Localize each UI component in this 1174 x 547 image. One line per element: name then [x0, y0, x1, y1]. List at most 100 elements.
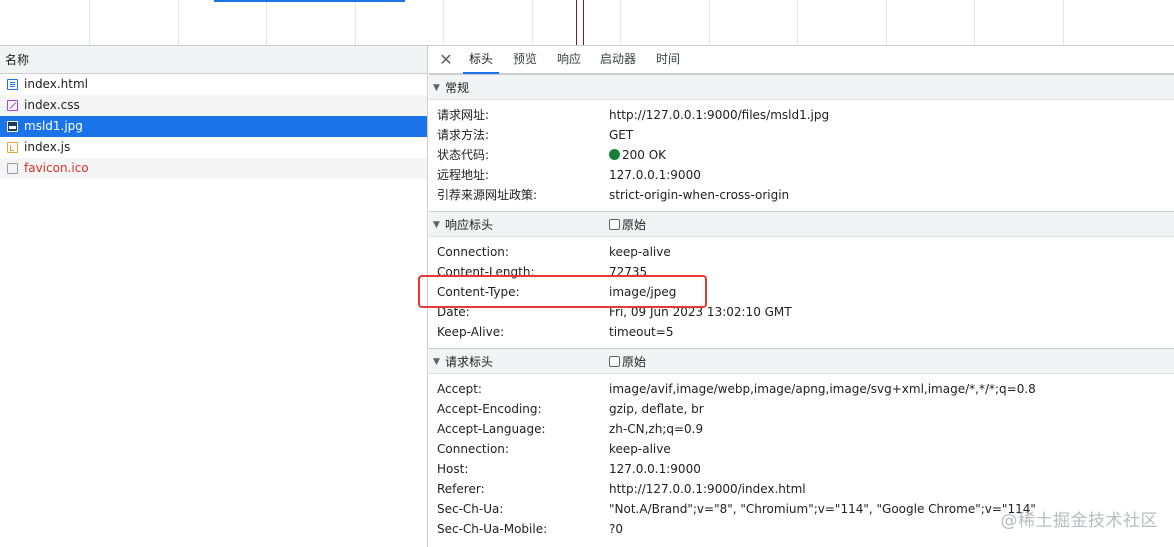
header-value: image/avif,image/webp,image/apng,image/s…: [609, 382, 1036, 396]
header-value: zh-CN,zh;q=0.9: [609, 422, 704, 436]
general-row: 状态代码: 200 OK: [429, 145, 1174, 165]
checkbox-icon[interactable]: [609, 219, 620, 230]
header-value: http://127.0.0.1:9000/index.html: [609, 482, 806, 496]
header-value: http://127.0.0.1:9000/files/msld1.jpg: [609, 108, 830, 122]
header-key: Connection:: [437, 245, 509, 259]
section-response-headers-header[interactable]: ▼ 响应标头 原始: [429, 211, 1174, 237]
request-header-row: Accept-Encoding: gzip, deflate, br: [429, 399, 1174, 419]
response-header-row: Content-Type: image/jpeg: [429, 282, 1174, 302]
js-file-icon: [7, 142, 18, 153]
grid-line: [620, 0, 621, 45]
tab-headers[interactable]: 标头: [462, 46, 500, 74]
watermark: @稀土掘金技术社区: [1000, 511, 1158, 531]
request-row-index-html[interactable]: index.html: [0, 74, 427, 95]
grid-line: [797, 0, 798, 45]
header-key: Date:: [437, 305, 470, 319]
request-name: msld1.jpg: [24, 119, 83, 133]
grid-line: [532, 0, 533, 45]
header-value: 127.0.0.1:9000: [609, 462, 701, 476]
generic-file-icon: [7, 163, 18, 174]
tab-timing[interactable]: 时间: [656, 46, 680, 73]
header-key: 请求方法:: [437, 128, 490, 142]
request-name: index.js: [24, 140, 71, 154]
request-header-row: Host: 127.0.0.1:9000: [429, 459, 1174, 479]
header-value: keep-alive: [609, 245, 671, 259]
header-key: Content-Type:: [437, 285, 520, 299]
header-value: GET: [609, 128, 634, 142]
request-row-msld1-jpg[interactable]: msld1.jpg: [0, 116, 427, 137]
request-list: 名称 index.html index.css msld1.jpg index.…: [0, 46, 428, 547]
general-row: 远程地址: 127.0.0.1:9000: [429, 165, 1174, 185]
header-value: keep-alive: [609, 442, 671, 456]
header-key: Accept-Language:: [437, 422, 546, 436]
header-key: Host:: [437, 462, 469, 476]
grid-line: [886, 0, 887, 45]
request-header-row: Accept: image/avif,image/webp,image/apng,…: [429, 379, 1174, 399]
header-key: 请求网址:: [437, 108, 490, 122]
html-document-icon: [7, 79, 18, 90]
column-header-name[interactable]: 名称: [0, 46, 427, 74]
header-key: Referer:: [437, 482, 485, 496]
general-row: 引荐来源网址政策: strict-origin-when-cross-origin: [429, 185, 1174, 205]
section-request-headers-header[interactable]: ▼ 请求标头 原始: [429, 348, 1174, 374]
details-tab-bar: ✕ 标头 预览 响应 启动器 时间: [429, 46, 1174, 74]
section-title: 响应标头: [445, 218, 494, 232]
image-file-icon: [7, 121, 18, 132]
status-ok-icon: [609, 149, 620, 160]
checkbox-icon[interactable]: [609, 356, 620, 367]
load-event-marker: [583, 0, 584, 45]
raw-label: 原始: [622, 355, 647, 369]
dom-content-loaded-marker: [576, 0, 577, 45]
collapse-triangle-icon: ▼: [433, 83, 440, 93]
header-value: ?0: [609, 522, 624, 536]
request-row-favicon-ico[interactable]: favicon.ico: [0, 158, 427, 179]
request-row-index-js[interactable]: index.js: [0, 137, 427, 158]
raw-label: 原始: [622, 218, 647, 232]
tab-preview[interactable]: 预览: [513, 46, 537, 73]
close-icon[interactable]: ✕: [439, 51, 453, 69]
header-value: image/jpeg: [609, 285, 677, 299]
general-row: 请求方法: GET: [429, 125, 1174, 145]
grid-line: [709, 0, 710, 45]
header-key: Content-Length:: [437, 265, 535, 279]
grid-line: [1063, 0, 1064, 45]
header-value: Fri, 09 Jun 2023 13:02:10 GMT: [609, 305, 792, 319]
css-file-icon: [7, 100, 18, 111]
header-key: Sec-Ch-Ua-Mobile:: [437, 522, 548, 536]
response-header-row: Content-Length: 72735: [429, 262, 1174, 282]
header-value: "Not.A/Brand";v="8", "Chromium";v="114",…: [609, 502, 1036, 516]
grid-line: [974, 0, 975, 45]
response-header-row: Date: Fri, 09 Jun 2023 13:02:10 GMT: [429, 302, 1174, 322]
request-details-pane: ✕ 标头 预览 响应 启动器 时间 ▼ 常规 请求网址: http://127.0.…: [429, 46, 1174, 547]
header-value: 72735: [609, 265, 648, 279]
response-headers-section: Connection: keep-alive Content-Length: 727…: [429, 237, 1174, 348]
header-key: Accept:: [437, 382, 482, 396]
collapse-triangle-icon: ▼: [433, 357, 440, 367]
request-row-index-css[interactable]: index.css: [0, 95, 427, 116]
section-title: 常规: [445, 81, 470, 95]
request-header-row: Accept-Language: zh-CN,zh;q=0.9: [429, 419, 1174, 439]
section-general-header[interactable]: ▼ 常规: [429, 74, 1174, 100]
request-header-row: Referer: http://127.0.0.1:9000/index.html: [429, 479, 1174, 499]
header-key: 状态代码:: [437, 148, 490, 162]
response-header-row: Keep-Alive: timeout=5: [429, 322, 1174, 342]
grid-line: [89, 0, 90, 45]
tab-initiator[interactable]: 启动器: [600, 46, 636, 73]
grid-line: [178, 0, 179, 45]
grid-line: [266, 0, 267, 45]
grid-line: [355, 0, 356, 45]
tab-response[interactable]: 响应: [557, 46, 581, 73]
header-value: 127.0.0.1:9000: [609, 168, 701, 182]
general-row: 请求网址: http://127.0.0.1:9000/files/msld1.j…: [429, 105, 1174, 125]
timeline-overview[interactable]: [0, 0, 1174, 46]
header-key: 远程地址:: [437, 168, 490, 182]
header-key: Connection:: [437, 442, 509, 456]
raw-toggle[interactable]: 原始: [609, 212, 646, 238]
raw-toggle[interactable]: 原始: [609, 349, 646, 375]
general-section: 请求网址: http://127.0.0.1:9000/files/msld1.j…: [429, 100, 1174, 211]
section-title: 请求标头: [445, 355, 494, 369]
overview-request-bar: [214, 0, 405, 2]
header-key: Sec-Ch-Ua:: [437, 502, 504, 516]
request-name: index.html: [24, 77, 88, 91]
response-header-row: Connection: keep-alive: [429, 242, 1174, 262]
